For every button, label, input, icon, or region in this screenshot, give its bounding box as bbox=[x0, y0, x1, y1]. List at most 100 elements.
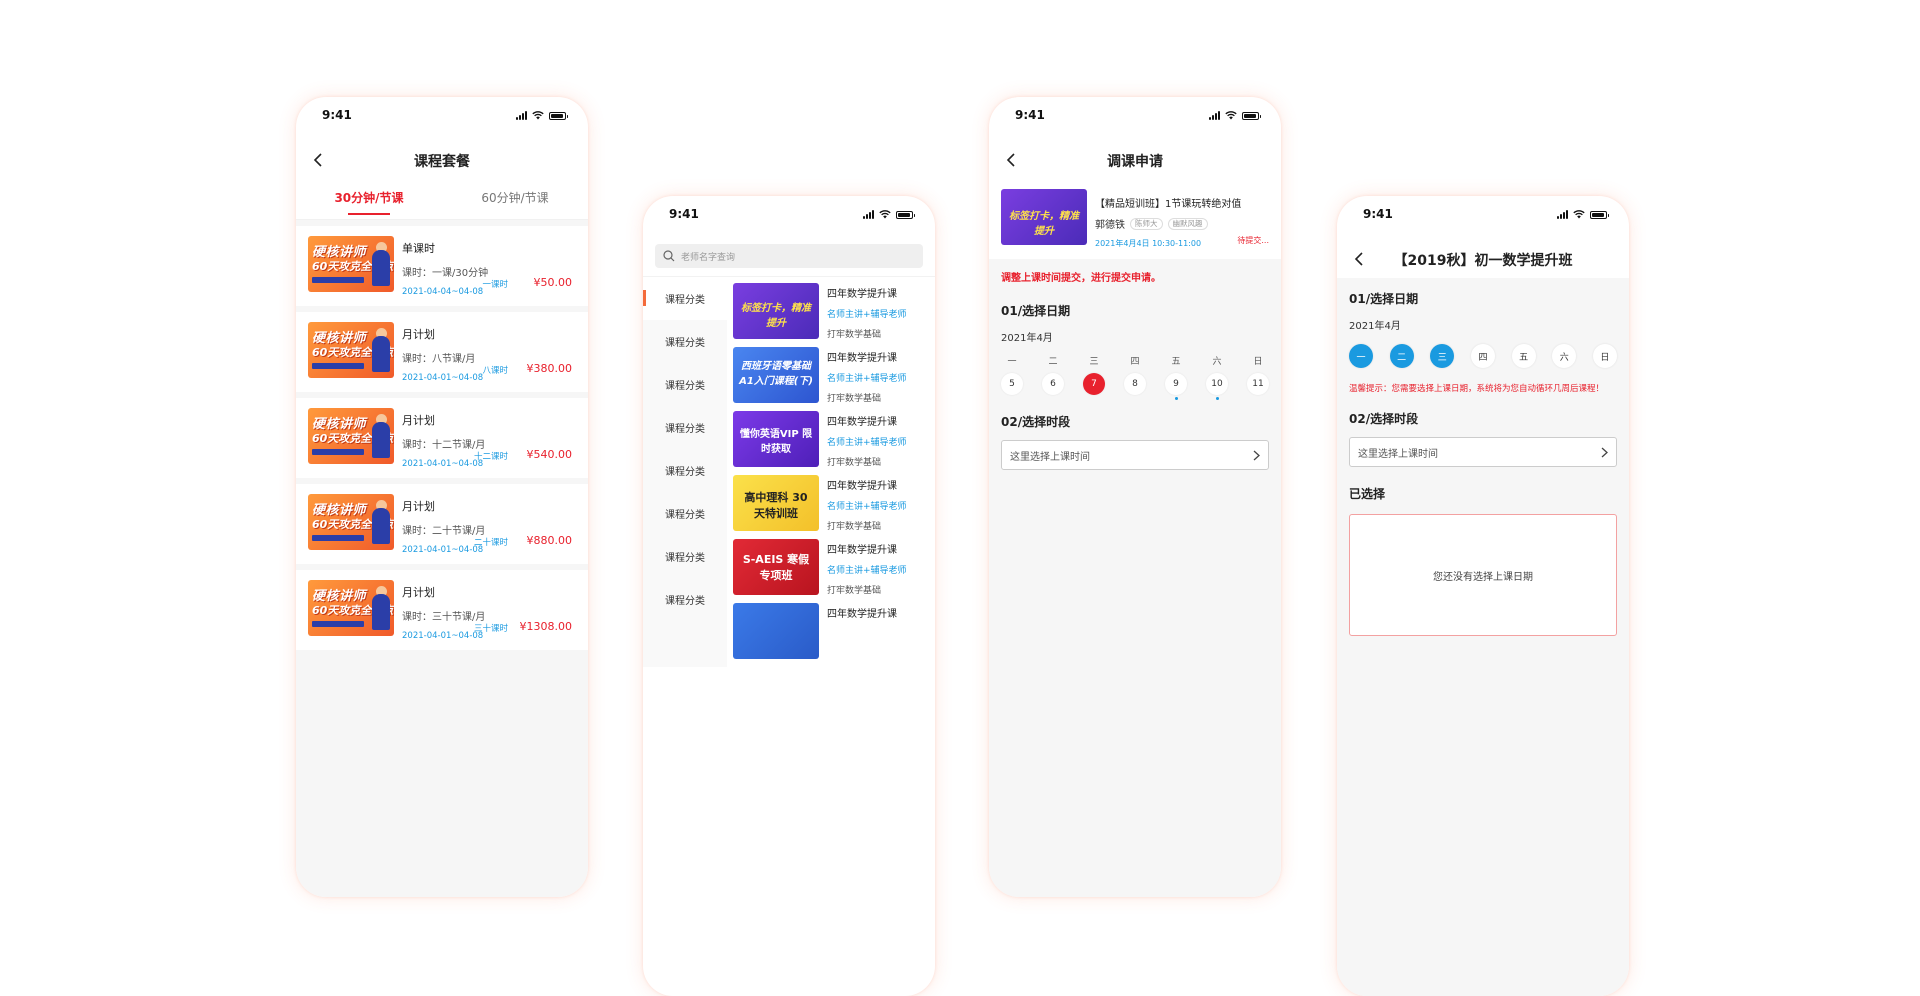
course-teacher: 名师主讲+辅导老师 bbox=[827, 310, 907, 320]
tab-30-minutes[interactable]: 30分钟/节课 bbox=[296, 189, 442, 215]
package-name: 月计划 bbox=[402, 586, 435, 599]
category-item[interactable]: 课程分类 bbox=[643, 363, 727, 406]
course-name: 四年数学提升课 bbox=[827, 545, 897, 556]
course-teacher: 名师主讲+辅导老师 bbox=[827, 438, 907, 448]
thumbnail-text: 标签打卡，精准提升 bbox=[741, 303, 811, 329]
course-name: 四年数学提升课 bbox=[827, 289, 897, 300]
weekday-option-selected[interactable]: 二 bbox=[1389, 344, 1414, 368]
package-price: ¥1308.00 bbox=[519, 620, 573, 633]
category-item[interactable]: 课程分类 bbox=[643, 406, 727, 449]
selected-heading: 已选择 bbox=[1349, 487, 1386, 501]
course-item[interactable]: 四年数学提升课 bbox=[733, 603, 935, 661]
course-name: 四年数学提升课 bbox=[827, 417, 897, 428]
status-bar: 9:41 bbox=[296, 97, 588, 141]
category-layout: 课程分类 课程分类 课程分类 课程分类 课程分类 课程分类 课程分类 课程分类 … bbox=[643, 276, 935, 667]
weekday-option[interactable]: 五 bbox=[1511, 344, 1536, 368]
course-item[interactable]: 懂你英语VIP 限时获取 四年数学提升课 名师主讲+辅导老师 打牢数学基础 bbox=[733, 411, 935, 469]
phone-course-category: 9:41 老师名字查询 课程分类 课程分类 课程分类 课程分类 课程分类 课程分… bbox=[643, 196, 935, 996]
teacher-row: 郭德铁 陈师大 幽默风趣 bbox=[1095, 216, 1269, 231]
reschedule-note: 调整上课时间提交，进行提交申请。 bbox=[1001, 273, 1161, 284]
nav-bar: 调课申请 bbox=[989, 141, 1281, 179]
package-count: 十二课时 bbox=[473, 452, 508, 462]
course-desc: 打牢数学基础 bbox=[827, 522, 882, 532]
select-time-heading: 02/选择时段 bbox=[1001, 415, 1071, 429]
package-item[interactable]: 硬核讲师 60天攻克全考点 月计划 课时：十二节课/月 2021-04-01~04-0… bbox=[296, 398, 588, 478]
course-item[interactable]: S-AEIS 寒假专项班 四年数学提升课 名师主讲+辅导老师 打牢数学基础 bbox=[733, 539, 935, 597]
package-thumbnail: 硬核讲师 60天攻克全考点 bbox=[308, 494, 394, 550]
package-name: 月计划 bbox=[402, 414, 435, 427]
course-card[interactable]: 标签打卡，精准提升 【精品短训班】1节课玩转绝对值 郭德铁 陈师大 幽默风趣 202… bbox=[989, 179, 1281, 259]
calendar-day[interactable]: 10 bbox=[1206, 373, 1228, 400]
status-time: 9:41 bbox=[322, 108, 352, 122]
course-teacher: 名师主讲+辅导老师 bbox=[827, 374, 907, 384]
weekday-label: 六 bbox=[1212, 357, 1222, 367]
category-item[interactable]: 课程分类 bbox=[643, 535, 727, 578]
course-name: 四年数学提升课 bbox=[827, 353, 897, 364]
package-thumbnail: 硬核讲师 60天攻克全考点 bbox=[308, 408, 394, 464]
page-title: 调课申请 bbox=[1107, 154, 1163, 170]
battery-icon bbox=[549, 111, 568, 120]
search-icon bbox=[663, 250, 675, 262]
calendar-day[interactable]: 6 bbox=[1042, 373, 1064, 395]
package-item[interactable]: 硬核讲师 60天攻克全考点 月计划 课时：二十节课/月 2021-04-01~04-0… bbox=[296, 484, 588, 564]
category-item[interactable]: 课程分类 bbox=[643, 492, 727, 535]
calendar-day[interactable]: 11 bbox=[1247, 373, 1269, 395]
weekday-option[interactable]: 六 bbox=[1552, 344, 1577, 368]
thumbnail-text: 标签打卡，精准提升 bbox=[1009, 211, 1079, 237]
signal-icon bbox=[1557, 210, 1568, 219]
weekday-option[interactable]: 日 bbox=[1592, 344, 1617, 368]
wifi-icon bbox=[1573, 210, 1585, 219]
course-desc: 打牢数学基础 bbox=[827, 586, 882, 596]
course-list: 标签打卡，精准提升 四年数学提升课 名师主讲+辅导老师 打牢数学基础 西班牙语零基础… bbox=[727, 277, 935, 667]
package-price: ¥540.00 bbox=[526, 448, 573, 461]
course-item[interactable]: 标签打卡，精准提升 四年数学提升课 名师主讲+辅导老师 打牢数学基础 bbox=[733, 283, 935, 341]
category-item[interactable]: 课程分类 bbox=[643, 320, 727, 363]
teacher-tag: 幽默风趣 bbox=[1167, 217, 1208, 230]
thumbnail-text: S-AEIS 寒假专项班 bbox=[742, 553, 810, 582]
status-bar: 9:41 bbox=[989, 97, 1281, 141]
course-item[interactable]: 西班牙语零基础 A1入门课程(下) 四年数学提升课 名师主讲+辅导老师 打牢数学基础 bbox=[733, 347, 935, 405]
status-icons bbox=[863, 210, 915, 219]
weekday-label: 一 bbox=[1007, 357, 1017, 367]
weekday-selector: 一 二 三 四 五 六 日 bbox=[1337, 332, 1629, 368]
status-bar: 9:41 bbox=[1337, 196, 1629, 240]
package-price: ¥880.00 bbox=[526, 534, 573, 547]
time-picker[interactable]: 这里选择上课时间 bbox=[1001, 440, 1269, 470]
weekday-label: 二 bbox=[1048, 357, 1058, 367]
teacher-search-input[interactable]: 老师名字查询 bbox=[655, 244, 923, 268]
course-teacher: 名师主讲+辅导老师 bbox=[827, 502, 907, 512]
chevron-right-icon bbox=[1253, 450, 1260, 460]
status-time: 9:41 bbox=[669, 207, 699, 221]
thumbnail-text: 高中理科 30天特训班 bbox=[744, 491, 808, 520]
package-item[interactable]: 硬核讲师 60天攻克全考点 单课时 课时：一课/30分钟 2021-04-04~04-… bbox=[296, 226, 588, 306]
tab-60-minutes[interactable]: 60分钟/节课 bbox=[442, 189, 588, 206]
course-thumbnail: S-AEIS 寒假专项班 bbox=[733, 539, 819, 595]
course-desc: 打牢数学基础 bbox=[827, 330, 882, 340]
search-placeholder: 老师名字查询 bbox=[681, 252, 736, 263]
weekday-option-selected[interactable]: 三 bbox=[1430, 344, 1455, 368]
package-thumbnail: 硬核讲师 60天攻克全考点 bbox=[308, 236, 394, 292]
category-item[interactable]: 课程分类 bbox=[643, 277, 727, 320]
course-item[interactable]: 高中理科 30天特训班 四年数学提升课 名师主讲+辅导老师 打牢数学基础 bbox=[733, 475, 935, 533]
wifi-icon bbox=[532, 111, 544, 120]
status-time: 9:41 bbox=[1363, 207, 1393, 221]
reschedule-content: 标签打卡，精准提升 【精品短训班】1节课玩转绝对值 郭德铁 陈师大 幽默风趣 202… bbox=[989, 179, 1281, 897]
category-item[interactable]: 课程分类 bbox=[643, 449, 727, 492]
calendar-day[interactable]: 8 bbox=[1124, 373, 1146, 395]
course-thumbnail bbox=[733, 603, 819, 659]
status-icons bbox=[516, 111, 568, 120]
weekday-option-selected[interactable]: 一 bbox=[1349, 344, 1373, 368]
package-count: 二十课时 bbox=[473, 538, 508, 548]
time-picker[interactable]: 这里选择上课时间 bbox=[1349, 437, 1617, 467]
weekday-label: 五 bbox=[1171, 357, 1181, 367]
calendar-day[interactable]: 9 bbox=[1165, 373, 1187, 400]
calendar-day[interactable]: 5 bbox=[1001, 373, 1023, 395]
course-thumbnail: 标签打卡，精准提升 bbox=[1001, 189, 1087, 245]
phone-reschedule-request: 9:41 调课申请 标签打卡，精准提升 【精品短训班】1节课玩转绝对值 郭德铁陈… bbox=[989, 97, 1281, 897]
calendar-day-selected[interactable]: 7 bbox=[1083, 373, 1105, 395]
package-item[interactable]: 硬核讲师 60天攻克全考点 月计划 课时：三十节课/月 2021-04-01~04-0… bbox=[296, 570, 588, 650]
weekday-option[interactable]: 四 bbox=[1470, 344, 1495, 368]
package-item[interactable]: 硬核讲师 60天攻克全考点 月计划 课时：八节课/月 2021-04-01~04-08… bbox=[296, 312, 588, 392]
course-name: 【精品短训班】1节课玩转绝对值 bbox=[1095, 199, 1242, 210]
package-thumbnail: 硬核讲师 60天攻克全考点 bbox=[308, 322, 394, 378]
